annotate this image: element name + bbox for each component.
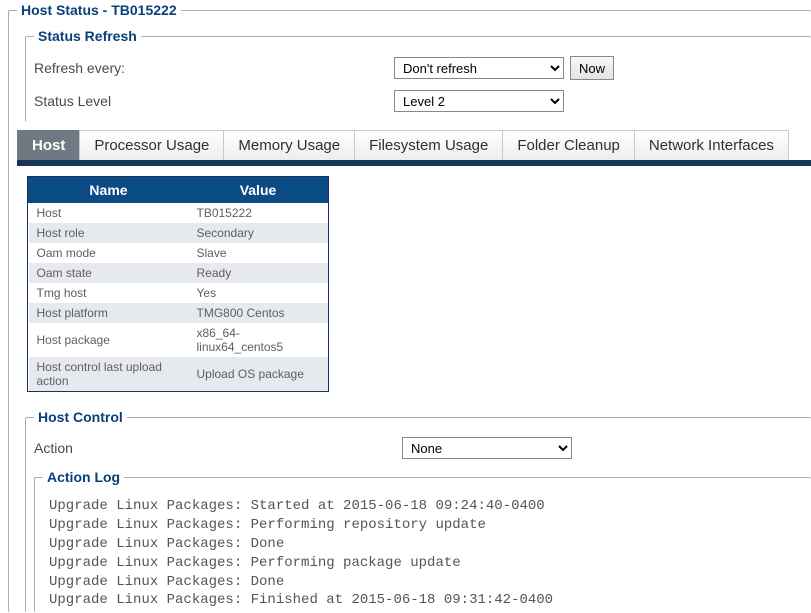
refresh-now-button[interactable]: Now	[570, 56, 614, 80]
refresh-row: Refresh every: Don't refresh Now	[34, 56, 811, 80]
col-name: Name	[29, 178, 189, 203]
action-log-text: Upgrade Linux Packages: Started at 2015-…	[43, 491, 811, 612]
cell-value: x86_64-linux64_centos5	[189, 323, 328, 357]
cell-name: Oam mode	[29, 243, 189, 263]
status-level-label: Status Level	[34, 93, 394, 109]
cell-value: Ready	[189, 263, 328, 283]
action-select[interactable]: None	[402, 437, 572, 459]
tab-folder-cleanup[interactable]: Folder Cleanup	[502, 130, 635, 160]
status-level-row: Status Level Level 2	[34, 90, 811, 112]
cell-value: Slave	[189, 243, 328, 263]
cell-value: TMG800 Centos	[189, 303, 328, 323]
cell-name: Host control last upload action	[29, 357, 189, 391]
cell-name: Host platform	[29, 303, 189, 323]
host-control-panel: Host Control Action None Action Log Upgr…	[25, 409, 811, 612]
table-row: HostTB015222	[29, 203, 328, 224]
tab-bar: Host Processor Usage Memory Usage Filesy…	[17, 130, 811, 166]
table-row: Oam stateReady	[29, 263, 328, 283]
cell-name: Host	[29, 203, 189, 224]
cell-name: Tmg host	[29, 283, 189, 303]
tab-host[interactable]: Host	[17, 130, 80, 160]
host-status-panel: Host Status - TB015222 Status Refresh Re…	[8, 2, 811, 612]
tab-memory-usage[interactable]: Memory Usage	[223, 130, 355, 160]
status-refresh-panel: Status Refresh Refresh every: Don't refr…	[25, 28, 811, 122]
action-row: Action None	[34, 437, 811, 459]
cell-value: Upload OS package	[189, 357, 328, 391]
action-log-legend: Action Log	[43, 469, 124, 485]
status-refresh-legend: Status Refresh	[34, 28, 141, 44]
table-row: Host control last upload actionUpload OS…	[29, 357, 328, 391]
col-value: Value	[189, 178, 328, 203]
table-row: Host platformTMG800 Centos	[29, 303, 328, 323]
cell-value: TB015222	[189, 203, 328, 224]
refresh-every-select[interactable]: Don't refresh	[394, 57, 564, 79]
action-log-panel: Action Log Upgrade Linux Packages: Start…	[34, 469, 811, 612]
cell-value: Secondary	[189, 223, 328, 243]
status-level-select[interactable]: Level 2	[394, 90, 564, 112]
cell-name: Host role	[29, 223, 189, 243]
tab-network-interfaces[interactable]: Network Interfaces	[634, 130, 789, 160]
cell-name: Host package	[29, 323, 189, 357]
table-row: Host packagex86_64-linux64_centos5	[29, 323, 328, 357]
table-row: Tmg hostYes	[29, 283, 328, 303]
panel-title: Host Status - TB015222	[17, 2, 181, 18]
tab-filesystem-usage[interactable]: Filesystem Usage	[354, 130, 503, 160]
table-row: Host roleSecondary	[29, 223, 328, 243]
refresh-every-label: Refresh every:	[34, 60, 394, 76]
host-control-legend: Host Control	[34, 409, 127, 425]
tab-processor-usage[interactable]: Processor Usage	[79, 130, 224, 160]
cell-name: Oam state	[29, 263, 189, 283]
action-label: Action	[34, 440, 402, 456]
host-info-table: Name Value HostTB015222Host roleSecondar…	[28, 177, 328, 391]
host-info-table-wrap: Name Value HostTB015222Host roleSecondar…	[27, 176, 329, 392]
cell-value: Yes	[189, 283, 328, 303]
table-row: Oam modeSlave	[29, 243, 328, 263]
